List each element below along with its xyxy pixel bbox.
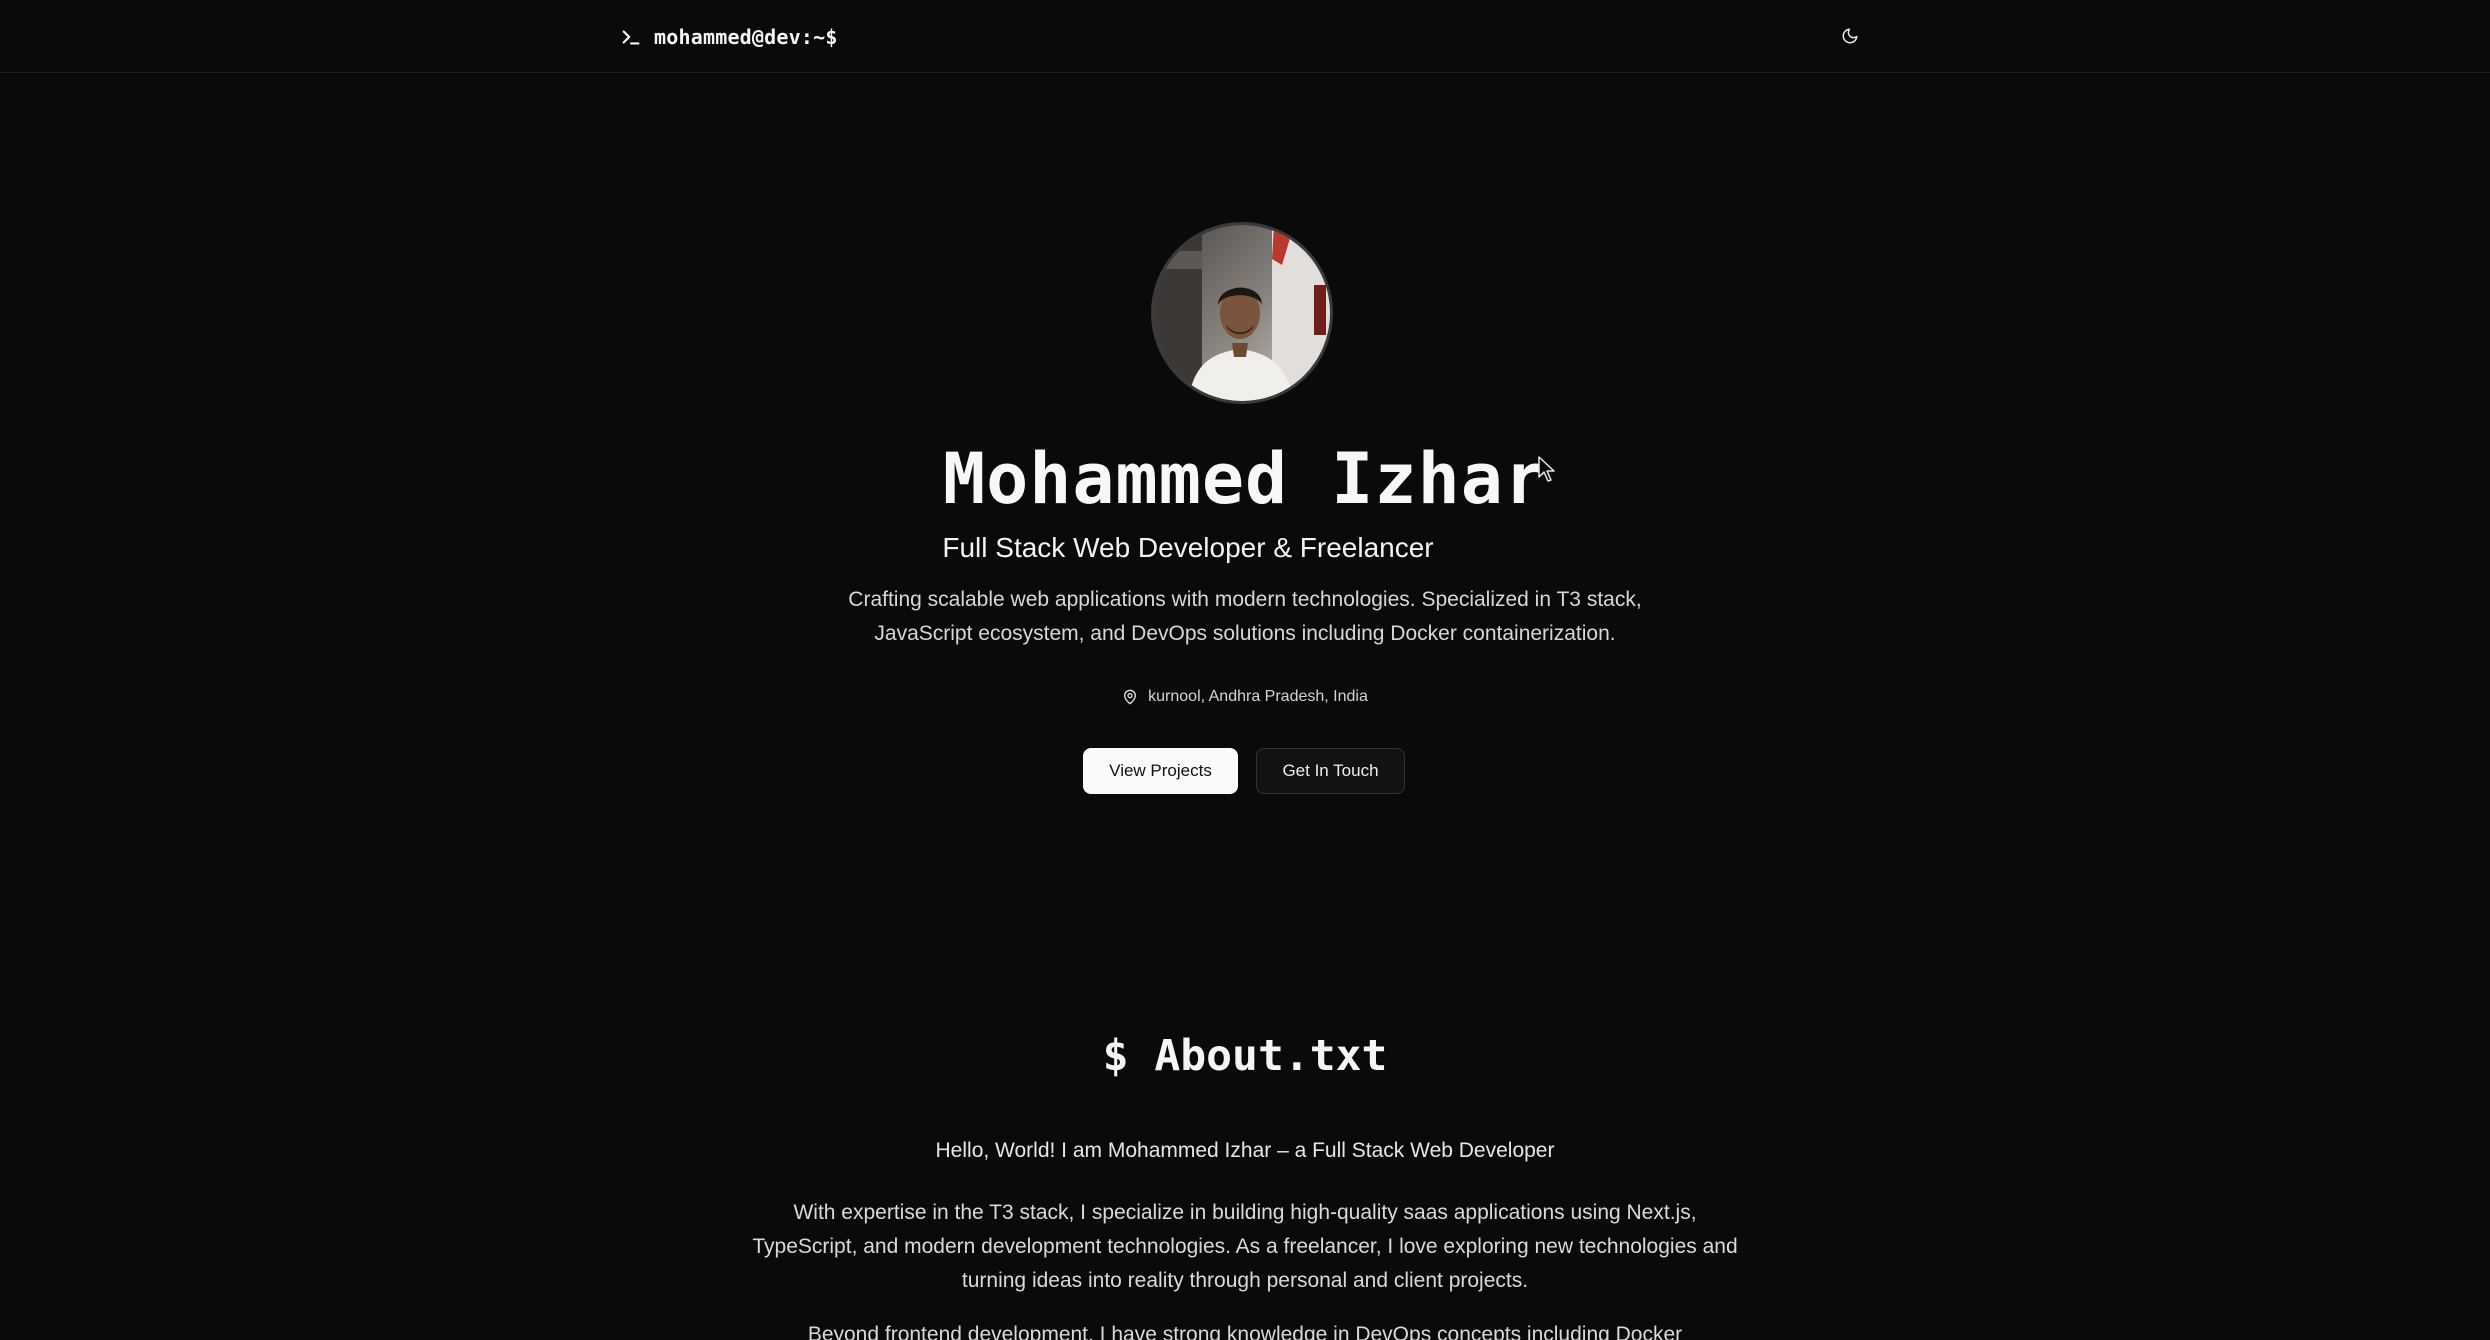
about-paragraph: With expertise in the T3 stack, I specia… — [752, 1201, 1738, 1292]
view-projects-button[interactable]: View Projects — [1083, 748, 1238, 794]
terminal-prompt-icon — [622, 30, 640, 45]
location-text: kurnool, Andhra Pradesh, India — [1148, 688, 1368, 705]
about-title: $ About.txt — [1102, 1031, 1388, 1081]
hero-actions: View Projects Get In Touch — [1083, 748, 1405, 794]
map-pin-icon — [1124, 689, 1137, 705]
hero-name: Mohammed Izhar — [942, 438, 1547, 520]
get-in-touch-button[interactable]: Get In Touch — [1256, 748, 1405, 794]
location: kurnool, Andhra Pradesh, India — [0, 688, 2490, 706]
portfolio-page: mohammed@dev:~$ Mohammed Izhar Full Stac… — [0, 0, 2490, 1340]
brand-link[interactable]: mohammed@dev:~$ — [620, 22, 838, 52]
theme-toggle-button[interactable] — [1834, 20, 1866, 52]
hero-role: Full Stack Web Developer & Freelancer — [942, 532, 1434, 563]
avatar — [1151, 222, 1333, 404]
mouse-cursor-icon — [1538, 456, 1555, 482]
brand-text: mohammed@dev:~$ — [654, 25, 838, 49]
profile-photo — [1154, 225, 1330, 401]
moon-icon — [1842, 28, 1858, 44]
top-navbar: mohammed@dev:~$ — [0, 0, 2490, 73]
about-paragraph: Beyond frontend development, I have stro… — [807, 1323, 1683, 1340]
about-greeting: Hello, World! I am Mohammed Izhar – a Fu… — [935, 1139, 1555, 1162]
hero-tagline: Crafting scalable web applications with … — [848, 588, 1642, 645]
